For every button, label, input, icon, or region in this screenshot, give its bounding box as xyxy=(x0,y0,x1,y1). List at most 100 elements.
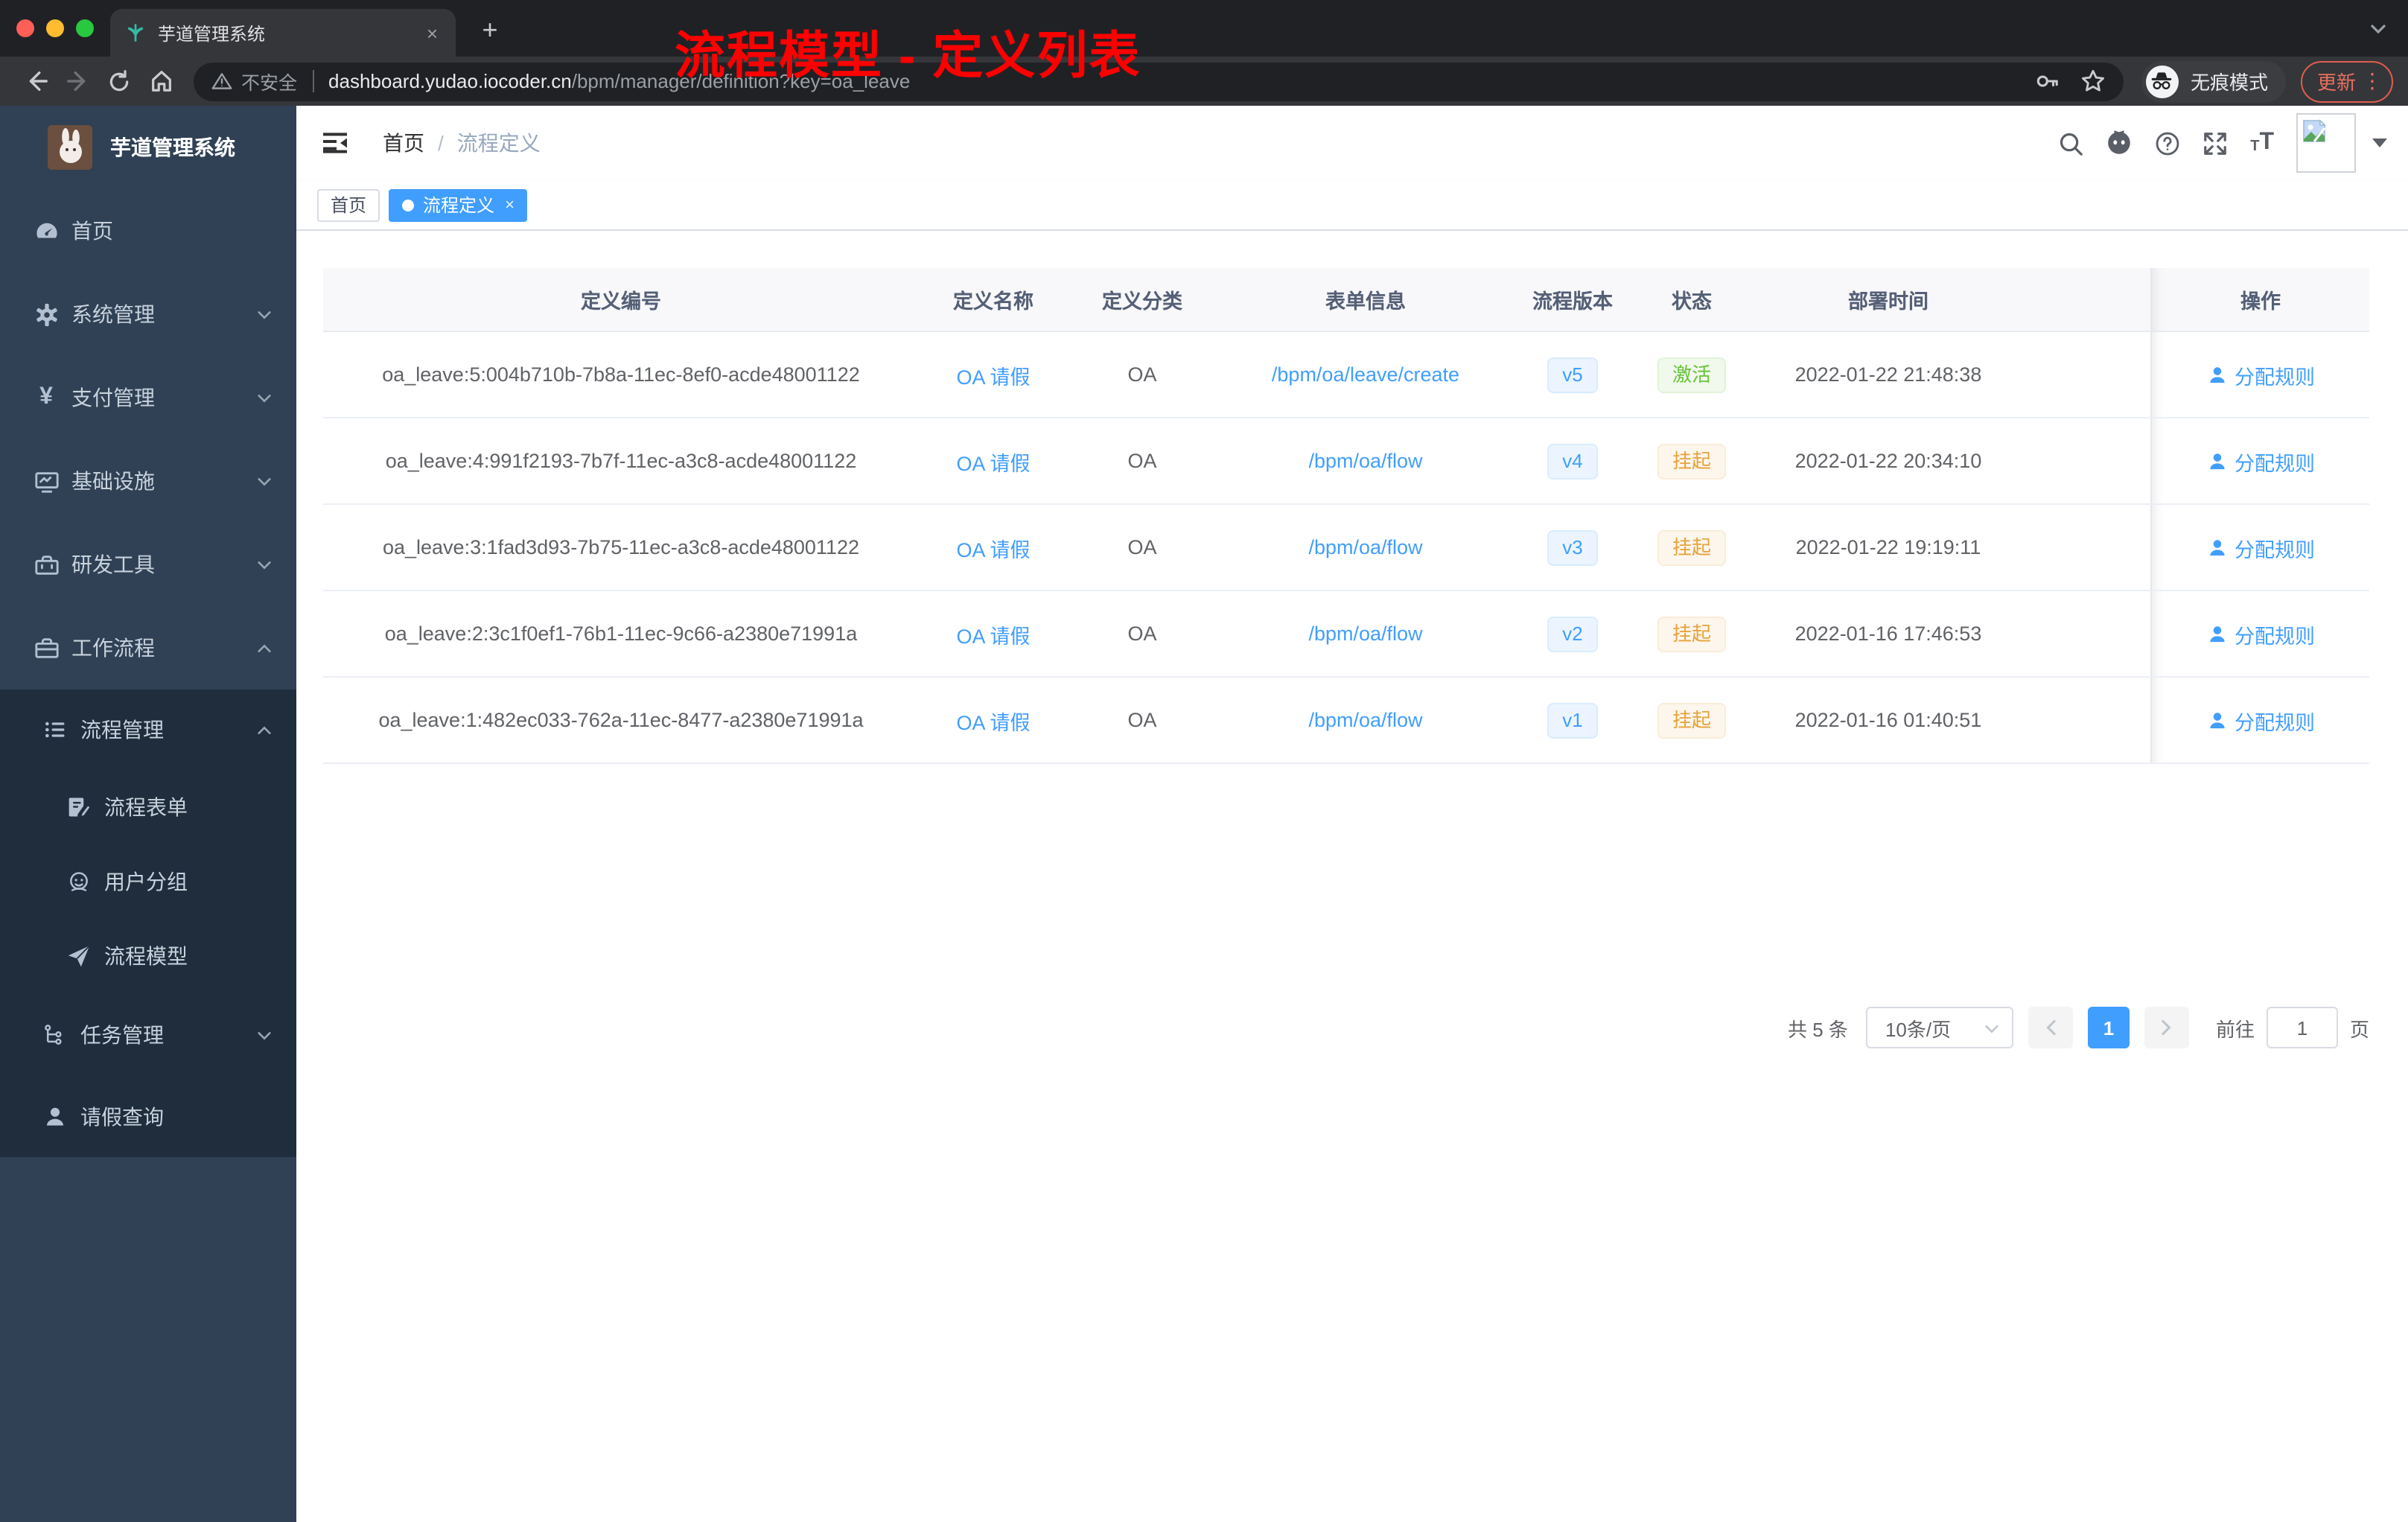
status-badge: 挂起 xyxy=(1657,529,1726,565)
assign-rule-link[interactable]: 分配规则 xyxy=(2206,446,2315,476)
definition-name-link[interactable]: OA 请假 xyxy=(956,625,1030,647)
form-link[interactable]: /bpm/oa/flow xyxy=(1308,709,1422,731)
definition-name-link[interactable]: OA 请假 xyxy=(956,538,1030,561)
sidebar-item-home[interactable]: 首页 xyxy=(0,189,296,273)
person-icon xyxy=(42,1104,69,1130)
avatar-caret-down-icon[interactable] xyxy=(2372,138,2387,147)
definition-id: oa_leave:3:1fad3d93-7b75-11ec-a3c8-acde4… xyxy=(382,536,859,558)
sidebar-item-label: 工作流程 xyxy=(71,636,155,660)
tag-home[interactable]: 首页 xyxy=(317,188,380,221)
font-size-icon[interactable]: TT xyxy=(2250,130,2274,155)
app-navbar: 首页 / 流程定义 TT xyxy=(296,106,2408,180)
window-controls[interactable] xyxy=(16,19,94,37)
minimize-window-button[interactable] xyxy=(46,19,64,37)
close-window-button[interactable] xyxy=(16,19,34,37)
deploy-time: 2022-01-22 21:48:38 xyxy=(1794,363,1982,386)
sidebar-item-user-group[interactable]: 用户分组 xyxy=(0,844,296,919)
update-label[interactable]: 更新 xyxy=(2317,67,2356,95)
security-label[interactable]: 不安全 xyxy=(241,67,297,95)
navbar-actions: TT xyxy=(2058,106,2387,180)
sidebar-item-label: 用户分组 xyxy=(104,870,188,894)
form-link[interactable]: /bpm/oa/leave/create xyxy=(1272,363,1459,386)
fullscreen-icon[interactable] xyxy=(2202,130,2228,156)
assign-rule-link[interactable]: 分配规则 xyxy=(2206,532,2315,562)
sidebar-item-label: 首页 xyxy=(71,219,113,243)
prev-page-button[interactable] xyxy=(2028,1007,2073,1048)
chevron-up-icon xyxy=(256,722,273,738)
page-size-select[interactable]: 10条/页 xyxy=(1865,1007,2013,1048)
total-count: 共 5 条 xyxy=(1788,1018,1848,1040)
chevron-down-icon xyxy=(256,389,273,406)
sidebar-item-process-mgmt[interactable]: 流程管理 xyxy=(0,690,296,770)
sidebar-item-system[interactable]: 系统管理 xyxy=(0,273,296,356)
browser-tabstrip: 芋道管理系统 × + xyxy=(0,0,2408,57)
sidebar-toggle-icon[interactable] xyxy=(322,130,348,156)
sidebar-item-process-model[interactable]: 流程模型 xyxy=(0,919,296,993)
url-host[interactable]: dashboard.yudao.iocoder.cn xyxy=(328,70,572,92)
address-bar[interactable]: 不安全 dashboard.yudao.iocoder.cn /bpm/mana… xyxy=(194,62,2124,101)
sidebar-item-infra[interactable]: 基础设施 xyxy=(0,439,296,523)
sidebar-item-workflow[interactable]: 工作流程 xyxy=(0,606,296,690)
incognito-icon xyxy=(2145,65,2179,98)
tab-title: 芋道管理系统 xyxy=(158,23,266,44)
tag-close-icon[interactable]: × xyxy=(505,196,515,214)
deploy-time: 2022-01-16 01:40:51 xyxy=(1794,709,1982,731)
forward-button[interactable] xyxy=(57,62,98,101)
definition-name-link[interactable]: OA 请假 xyxy=(956,452,1030,474)
reload-button[interactable] xyxy=(98,62,140,101)
tag-process-definition[interactable]: 流程定义 × xyxy=(389,188,528,221)
pagination: 共 5 条 10条/页 1 前往 页 xyxy=(323,1007,2369,1048)
definition-name-link[interactable]: OA 请假 xyxy=(956,711,1030,733)
maximize-window-button[interactable] xyxy=(76,19,94,37)
col-header-actions: 操作 xyxy=(2150,268,2369,331)
page-number-current[interactable]: 1 xyxy=(2087,1007,2130,1048)
user-icon xyxy=(2209,712,2224,728)
definition-category: OA xyxy=(1127,536,1157,558)
back-button[interactable] xyxy=(15,62,57,101)
sidebar-item-devtools[interactable]: 研发工具 xyxy=(0,523,296,606)
assign-rule-link[interactable]: 分配规则 xyxy=(2206,360,2315,389)
browser-menu-kebab-icon[interactable]: ⋮ xyxy=(2362,69,2383,94)
bookmark-star-icon[interactable] xyxy=(2080,69,2106,94)
assign-rule-link[interactable]: 分配规则 xyxy=(2206,705,2315,735)
home-button[interactable] xyxy=(140,62,182,101)
password-key-icon[interactable] xyxy=(2034,69,2060,94)
tab-close-icon[interactable]: × xyxy=(424,20,441,45)
form-link[interactable]: /bpm/oa/flow xyxy=(1308,623,1422,645)
sidebar-item-payment[interactable]: ¥ 支付管理 xyxy=(0,356,296,439)
new-tab-button[interactable]: + xyxy=(474,13,506,46)
sidebar-item-label: 基础设施 xyxy=(71,469,155,493)
paper-plane-icon xyxy=(66,943,92,969)
chevron-up-icon xyxy=(256,640,273,656)
chrome-update-button[interactable]: 更新 ⋮ xyxy=(2300,60,2393,102)
definition-id: oa_leave:5:004b710b-7b8a-11ec-8ef0-acde4… xyxy=(382,363,860,386)
main-content: 定义编号 定义名称 定义分类 表单信息 流程版本 状态 部署时间 操作 oa_l… xyxy=(296,231,2408,1522)
breadcrumb-home[interactable]: 首页 xyxy=(383,128,424,158)
col-header: 定义分类 xyxy=(1102,290,1182,313)
goto-page-input[interactable] xyxy=(2266,1007,2338,1048)
assign-rule-link[interactable]: 分配规则 xyxy=(2206,619,2315,649)
definition-name-link[interactable]: OA 请假 xyxy=(956,366,1030,388)
tab-search-chevron-icon[interactable] xyxy=(2369,19,2387,37)
help-icon[interactable] xyxy=(2155,130,2180,156)
status-badge: 挂起 xyxy=(1657,616,1726,652)
form-link[interactable]: /bpm/oa/flow xyxy=(1308,536,1422,558)
browser-tab[interactable]: 芋道管理系统 × xyxy=(110,9,456,57)
search-icon[interactable] xyxy=(2058,130,2083,156)
github-icon[interactable] xyxy=(2106,130,2133,156)
definition-id: oa_leave:1:482ec033-762a-11ec-8477-a2380… xyxy=(378,709,864,731)
sidebar-item-task-mgmt[interactable]: 任务管理 xyxy=(0,993,296,1077)
sidebar-logo[interactable]: 芋道管理系统 xyxy=(0,106,296,189)
col-header: 表单信息 xyxy=(1325,290,1406,313)
form-link[interactable]: /bpm/oa/flow xyxy=(1308,450,1422,472)
breadcrumb-current: 流程定义 xyxy=(456,131,541,155)
next-page-button[interactable] xyxy=(2144,1007,2189,1048)
security-warning-icon[interactable] xyxy=(211,71,232,91)
gear-icon xyxy=(33,301,60,328)
col-header: 定义编号 xyxy=(581,290,661,313)
table-row: oa_leave:3:1fad3d93-7b75-11ec-a3c8-acde4… xyxy=(323,505,2369,591)
yen-icon: ¥ xyxy=(39,384,53,410)
sidebar-item-leave-query[interactable]: 请假查询 xyxy=(0,1077,296,1157)
avatar[interactable] xyxy=(2296,113,2356,173)
sidebar-item-process-form[interactable]: 流程表单 xyxy=(0,770,296,844)
